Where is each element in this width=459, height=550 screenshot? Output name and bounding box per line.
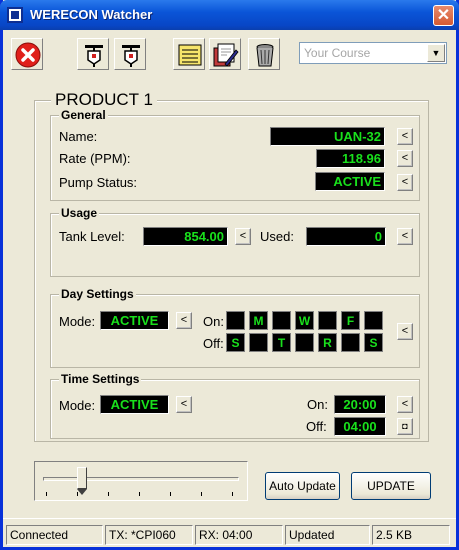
window-title: WERECON Watcher: [30, 7, 153, 22]
time-mode-value: ACTIVE: [100, 395, 169, 414]
slider-tick: [170, 492, 171, 496]
time-on-value: 20:00: [334, 395, 386, 414]
edit-button[interactable]: [209, 38, 241, 70]
pump-status-value: ACTIVE: [315, 172, 385, 191]
day-mode-label: Mode:: [59, 314, 96, 329]
slider-tick: [108, 492, 109, 496]
slider-thumb[interactable]: [77, 467, 88, 495]
trash-button[interactable]: [248, 38, 280, 70]
update-slider[interactable]: [34, 461, 248, 501]
general-title: General: [59, 108, 108, 122]
title-bar[interactable]: WERECON Watcher ✕: [0, 0, 459, 30]
rate-label: Rate (PPM):: [59, 151, 131, 166]
time-off-value: 04:00: [334, 417, 386, 436]
day-settings-group: [50, 294, 420, 368]
status-size: 2.5 KB: [372, 525, 450, 545]
day-on-tue[interactable]: [272, 311, 291, 330]
toolbar: Your Course ▼: [3, 30, 456, 80]
time-mode-arrow-button[interactable]: <: [176, 396, 192, 413]
product-title: PRODUCT 1: [51, 90, 157, 110]
day-off-thu[interactable]: R: [318, 333, 337, 352]
day-on-mon[interactable]: M: [249, 311, 268, 330]
rate-arrow-button[interactable]: <: [397, 150, 413, 167]
day-off-fri[interactable]: [341, 333, 360, 352]
edit-icon: [213, 43, 239, 67]
trash-icon: [256, 44, 274, 67]
slider-tick: [77, 492, 78, 496]
time-mode-label: Mode:: [59, 398, 96, 413]
day-on-sun[interactable]: [226, 311, 245, 330]
name-arrow-button[interactable]: <: [397, 128, 413, 145]
day-off-sun[interactable]: S: [226, 333, 245, 352]
status-rx: RX: 04:00: [195, 525, 283, 545]
day-arrow-button[interactable]: <: [397, 323, 413, 340]
app-window: WERECON Watcher ✕ Your Course ▼ PRODUCT …: [0, 0, 459, 550]
pump-icon-2: [122, 45, 140, 67]
slider-tick: [232, 492, 233, 496]
course-select[interactable]: Your Course ▼: [299, 42, 447, 64]
status-state: Updated: [285, 525, 370, 545]
day-off-tue[interactable]: T: [272, 333, 291, 352]
usage-title: Usage: [59, 206, 100, 220]
day-on-thu[interactable]: [318, 311, 337, 330]
tank-level-value: 854.00: [143, 227, 228, 246]
used-value: 0: [306, 227, 386, 246]
close-button[interactable]: ✕: [433, 5, 454, 26]
tank-level-arrow-button[interactable]: <: [235, 228, 251, 245]
day-mode-arrow-button[interactable]: <: [176, 312, 192, 329]
day-mode-value: ACTIVE: [100, 311, 169, 330]
notes-button[interactable]: [173, 38, 205, 70]
course-placeholder: Your Course: [304, 46, 371, 60]
stop-icon: [15, 42, 41, 68]
pump-status-label: Pump Status:: [59, 175, 138, 190]
status-tx: TX: *CPI060: [105, 525, 193, 545]
app-icon: [7, 7, 23, 23]
day-off-mon[interactable]: [249, 333, 268, 352]
pump-icon: [85, 45, 103, 67]
time-off-label: Off:: [306, 419, 327, 434]
time-settings-title: Time Settings: [59, 372, 142, 386]
pump-button-2[interactable]: [114, 38, 146, 70]
day-off-wed[interactable]: [295, 333, 314, 352]
slider-tick: [46, 492, 47, 496]
pump-status-arrow-button[interactable]: <: [397, 174, 413, 191]
time-on-arrow-button[interactable]: <: [397, 396, 413, 413]
day-on-sat[interactable]: [364, 311, 383, 330]
name-label: Name:: [59, 129, 98, 144]
day-on-label: On:: [203, 314, 224, 329]
used-arrow-button[interactable]: <: [397, 228, 413, 245]
day-off-sat[interactable]: S: [364, 333, 383, 352]
rate-value: 118.96: [316, 149, 385, 168]
update-button[interactable]: UPDATE: [351, 472, 431, 500]
pump-button[interactable]: [77, 38, 109, 70]
day-off-label: Off:: [203, 336, 224, 351]
name-value: UAN-32: [270, 127, 385, 146]
time-off-clock-button[interactable]: ◘: [397, 418, 413, 435]
used-label: Used:: [260, 229, 294, 244]
notes-icon: [178, 44, 202, 66]
status-bar: Connected TX: *CPI060 RX: 04:00 Updated …: [3, 518, 456, 550]
day-settings-title: Day Settings: [59, 287, 136, 301]
day-on-wed[interactable]: W: [295, 311, 314, 330]
auto-update-button[interactable]: Auto Update: [265, 472, 340, 500]
status-connection: Connected: [6, 525, 103, 545]
slider-track: [43, 477, 239, 481]
time-on-label: On:: [307, 397, 328, 412]
tank-level-label: Tank Level:: [59, 229, 125, 244]
slider-tick: [139, 492, 140, 496]
stop-button[interactable]: [11, 38, 43, 70]
day-on-fri[interactable]: F: [341, 311, 360, 330]
chevron-down-icon[interactable]: ▼: [427, 44, 445, 62]
slider-tick: [201, 492, 202, 496]
